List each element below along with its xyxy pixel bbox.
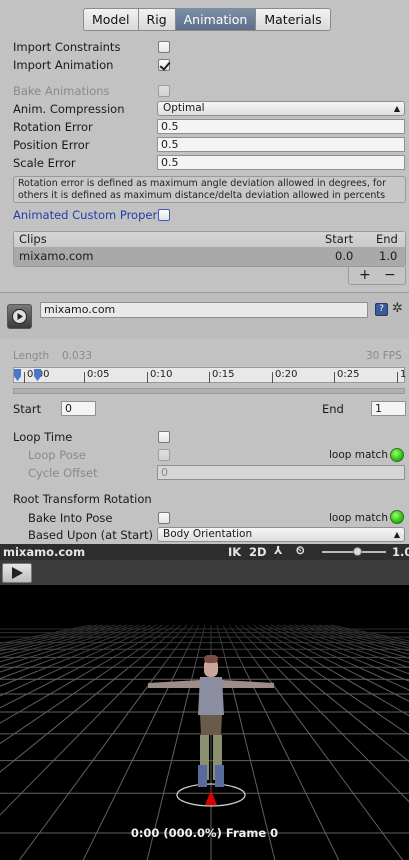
- dropdown-arrow-icon: ▲: [393, 530, 400, 539]
- clips-header-end: End: [376, 232, 398, 246]
- tab-materials[interactable]: Materials: [256, 9, 330, 30]
- loop-pose-match-indicator: [390, 448, 404, 462]
- pivot-icon[interactable]: ⅄: [274, 544, 282, 557]
- bake-animations-label: Bake Animations: [13, 84, 110, 98]
- fps-value: 30 FPS: [366, 350, 402, 362]
- error-help-box: Rotation error is defined as maximum ang…: [13, 176, 406, 203]
- tick-label: 0:15: [212, 369, 235, 380]
- timeline-curve-strip: [13, 388, 405, 394]
- bake-into-pose-checkbox[interactable]: [158, 512, 170, 524]
- tab-rig[interactable]: Rig: [138, 9, 176, 30]
- scale-error-field[interactable]: 0.5: [157, 155, 405, 170]
- bake-into-pose-match-indicator: [390, 510, 404, 524]
- preview-toolbar: [0, 560, 409, 585]
- rotation-error-label: Rotation Error: [13, 120, 93, 134]
- position-error-label: Position Error: [13, 138, 90, 152]
- cycle-offset-label: Cycle Offset: [28, 466, 98, 480]
- remove-clip-button[interactable]: −: [384, 267, 396, 283]
- loop-pose-checkbox: [158, 449, 170, 461]
- based-upon-dropdown[interactable]: Body Orientation ▲: [157, 527, 405, 542]
- clip-row[interactable]: mixamo.com 0.0 1.0: [14, 248, 405, 266]
- start-marker-handle[interactable]: [14, 369, 21, 381]
- preview-title: mixamo.com: [3, 545, 86, 559]
- cycle-offset-field: 0: [157, 465, 405, 480]
- tab-model[interactable]: Model: [84, 9, 139, 30]
- import-animation-label: Import Animation: [13, 58, 114, 72]
- add-clip-button[interactable]: +: [359, 267, 371, 283]
- clips-header-name: Clips: [19, 232, 47, 246]
- rotation-error-field[interactable]: 0.5: [157, 119, 405, 134]
- ik-toggle[interactable]: IK: [228, 545, 241, 559]
- end-field[interactable]: 1: [371, 401, 406, 416]
- animated-custom-properties-checkbox[interactable]: [158, 209, 170, 221]
- start-field[interactable]: 0: [61, 401, 96, 416]
- clip-play-button[interactable]: [7, 304, 32, 329]
- importer-tabs: Model Rig Animation Materials: [83, 8, 331, 31]
- based-upon-label: Based Upon (at Start): [28, 528, 153, 542]
- import-animation-checkbox[interactable]: [158, 59, 170, 71]
- speed-slider-knob[interactable]: [353, 547, 363, 556]
- position-error-field[interactable]: 0.5: [157, 137, 405, 152]
- tick-label: 0:10: [150, 369, 173, 380]
- loop-time-checkbox[interactable]: [158, 431, 170, 443]
- end-label: End: [322, 402, 344, 416]
- tick-label: 0:05: [87, 369, 110, 380]
- dropdown-arrow-icon: ▲: [393, 104, 400, 113]
- play-icon: [12, 309, 27, 324]
- preview-play-button[interactable]: [2, 563, 32, 583]
- length-value: 0.033: [62, 350, 93, 362]
- tick-label: 1: [400, 369, 407, 380]
- anim-compression-value: Optimal: [163, 102, 205, 114]
- root-transform-rotation-label: Root Transform Rotation: [13, 492, 152, 506]
- loop-pose-label: Loop Pose: [28, 448, 86, 462]
- preview-grid: [0, 585, 409, 860]
- preview-header: mixamo.com IK 2D ⅄ ⏲ 1.0: [0, 544, 409, 560]
- animation-import-inspector: { "tabs": [ {"label": "Model", "active":…: [0, 0, 409, 860]
- bake-into-pose-match-label: loop match: [329, 512, 388, 524]
- clip-name-field[interactable]: mixamo.com: [40, 302, 368, 318]
- clip-row-end: 1.0: [379, 249, 398, 263]
- animated-custom-properties-label: Animated Custom Proper: [13, 208, 158, 222]
- tick-label: 0:20: [275, 369, 298, 380]
- loop-time-label: Loop Time: [13, 430, 73, 444]
- speed-value: 1.0: [392, 545, 409, 559]
- preview-viewport[interactable]: 0:00 (000.0%) Frame 0: [0, 585, 409, 860]
- clip-timeline[interactable]: 0:00 0:05 0:10 0:15 0:20 0:25 1: [13, 367, 407, 383]
- tab-animation[interactable]: Animation: [175, 9, 257, 30]
- import-constraints-label: Import Constraints: [13, 40, 121, 54]
- bake-into-pose-label: Bake Into Pose: [28, 511, 113, 525]
- play-icon: [12, 567, 23, 579]
- gear-icon[interactable]: ✲: [392, 301, 403, 316]
- import-constraints-checkbox[interactable]: [158, 41, 170, 53]
- help-line-2: others it is defined as maximum distance…: [18, 189, 386, 201]
- length-label: Length: [13, 350, 50, 362]
- based-upon-value: Body Orientation: [163, 528, 253, 540]
- preview-status-text: 0:00 (000.0%) Frame 0: [130, 826, 279, 840]
- clips-list: Clips Start End mixamo.com 0.0 1.0: [13, 231, 406, 267]
- 2d-toggle[interactable]: 2D: [249, 545, 267, 559]
- clips-add-remove: + −: [348, 267, 406, 285]
- clip-row-name: mixamo.com: [19, 249, 94, 263]
- help-book-icon[interactable]: ?: [375, 303, 388, 316]
- clips-header: Clips Start End: [14, 232, 405, 248]
- bake-animations-checkbox: [158, 85, 170, 97]
- help-line-1: Rotation error is defined as maximum ang…: [18, 178, 386, 189]
- scale-error-label: Scale Error: [13, 156, 76, 170]
- speed-icon: ⏲: [296, 544, 305, 557]
- start-label: Start: [13, 402, 42, 416]
- loop-pose-match-label: loop match: [329, 449, 388, 461]
- clips-header-start: Start: [325, 232, 354, 246]
- clip-row-start: 0.0: [335, 249, 354, 263]
- anim-compression-label: Anim. Compression: [13, 102, 125, 116]
- anim-compression-dropdown[interactable]: Optimal ▲: [157, 101, 405, 116]
- tick-label: 0:25: [337, 369, 360, 380]
